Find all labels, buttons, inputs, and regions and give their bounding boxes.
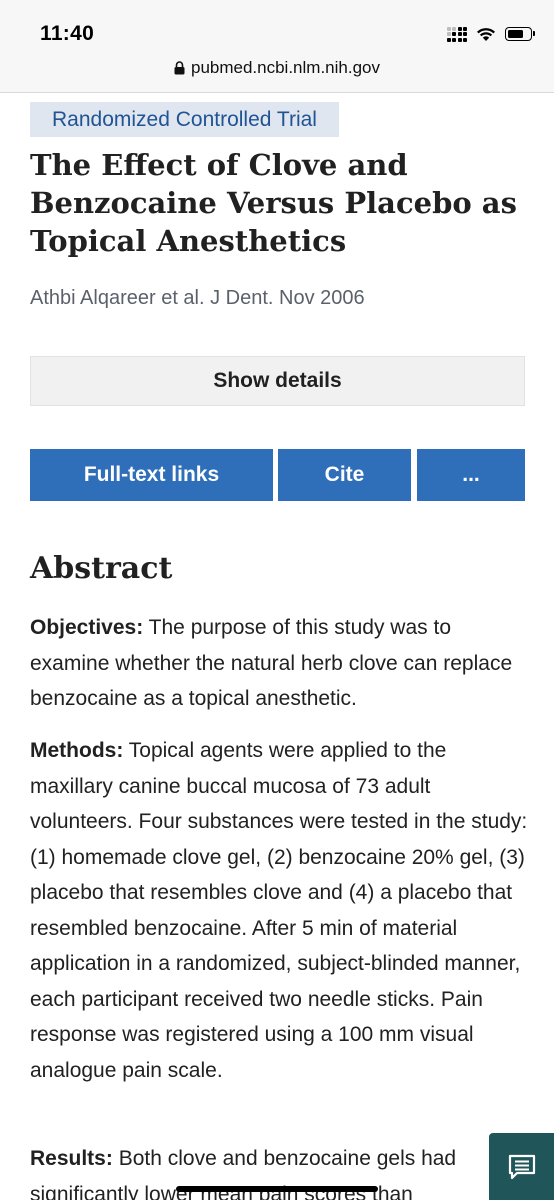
address-bar[interactable]: pubmed.ncbi.nlm.nih.gov (0, 58, 554, 78)
status-icons (446, 22, 535, 46)
section-label: Methods: (30, 739, 124, 762)
status-time: 11:40 (40, 22, 95, 45)
cite-button[interactable]: Cite (278, 449, 411, 501)
feedback-icon (508, 1154, 535, 1179)
section-label: Results: (30, 1147, 113, 1170)
wifi-icon (477, 27, 495, 41)
abstract-heading: Abstract (30, 551, 173, 586)
show-details-button[interactable]: Show details (30, 356, 525, 406)
section-label: Objectives: (30, 616, 144, 639)
signal-icon (446, 26, 467, 42)
full-text-links-button[interactable]: Full-text links (30, 449, 273, 501)
publication-type-badge: Randomized Controlled Trial (30, 102, 339, 137)
more-actions-button[interactable]: ... (417, 449, 525, 501)
browser-top-bar: 11:40 pubmed.ncbi.nlm.nih.gov (0, 0, 554, 93)
article-citation: Athbi Alqareer et al. J Dent. Nov 2006 (30, 287, 365, 309)
battery-icon (505, 27, 535, 41)
home-indicator[interactable] (176, 1186, 378, 1192)
feedback-button[interactable] (489, 1133, 554, 1200)
lock-icon (174, 61, 185, 75)
url-text: pubmed.ncbi.nlm.nih.gov (190, 58, 380, 77)
article-title: The Effect of Clove and Benzocaine Versu… (30, 148, 517, 258)
abstract-objectives: Objectives: The purpose of this study wa… (30, 610, 530, 717)
section-text: Topical agents were applied to the maxil… (30, 739, 528, 1082)
abstract-methods: Methods: Topical agents were applied to … (30, 733, 530, 1088)
